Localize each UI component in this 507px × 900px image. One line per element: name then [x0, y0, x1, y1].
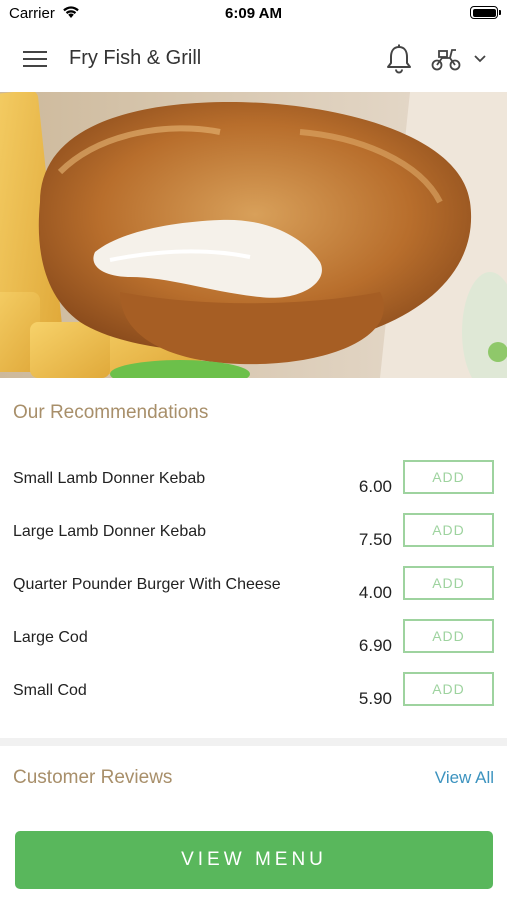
- item-price: 5.90: [358, 689, 392, 708]
- status-bar: Carrier 6:09 AM: [0, 0, 507, 28]
- recommendation-row: Small Cod 5.90 ADD: [0, 672, 507, 735]
- item-price: 6.00: [358, 477, 392, 496]
- item-price: 6.90: [358, 636, 392, 655]
- battery-icon: [470, 6, 501, 19]
- view-all-link[interactable]: View All: [435, 768, 494, 788]
- recommendations-heading: Our Recommendations: [13, 402, 209, 423]
- page-title: Fry Fish & Grill: [69, 47, 202, 69]
- item-name: Small Cod: [13, 682, 87, 699]
- item-name: Large Cod: [13, 629, 88, 646]
- add-button[interactable]: ADD: [403, 460, 494, 494]
- chevron-down-icon[interactable]: [472, 53, 488, 65]
- item-name: Quarter Pounder Burger With Cheese: [13, 576, 281, 593]
- scooter-icon[interactable]: [430, 46, 462, 72]
- item-price: 4.00: [358, 583, 392, 602]
- app-header: Fry Fish & Grill: [0, 28, 507, 92]
- clock: 6:09 AM: [225, 5, 282, 22]
- item-name: Small Lamb Donner Kebab: [13, 470, 206, 487]
- add-button[interactable]: ADD: [403, 619, 494, 653]
- item-name: Large Lamb Donner Kebab: [13, 523, 207, 540]
- bell-icon[interactable]: [384, 43, 414, 75]
- hero-image: [0, 92, 507, 378]
- item-price: 7.50: [358, 530, 392, 549]
- add-button[interactable]: ADD: [403, 672, 494, 706]
- view-menu-button[interactable]: VIEW MENU: [15, 831, 493, 889]
- reviews-heading: Customer Reviews: [13, 767, 173, 788]
- menu-icon[interactable]: [23, 49, 47, 69]
- section-divider: [0, 738, 507, 746]
- add-button[interactable]: ADD: [403, 513, 494, 547]
- add-button[interactable]: ADD: [403, 566, 494, 600]
